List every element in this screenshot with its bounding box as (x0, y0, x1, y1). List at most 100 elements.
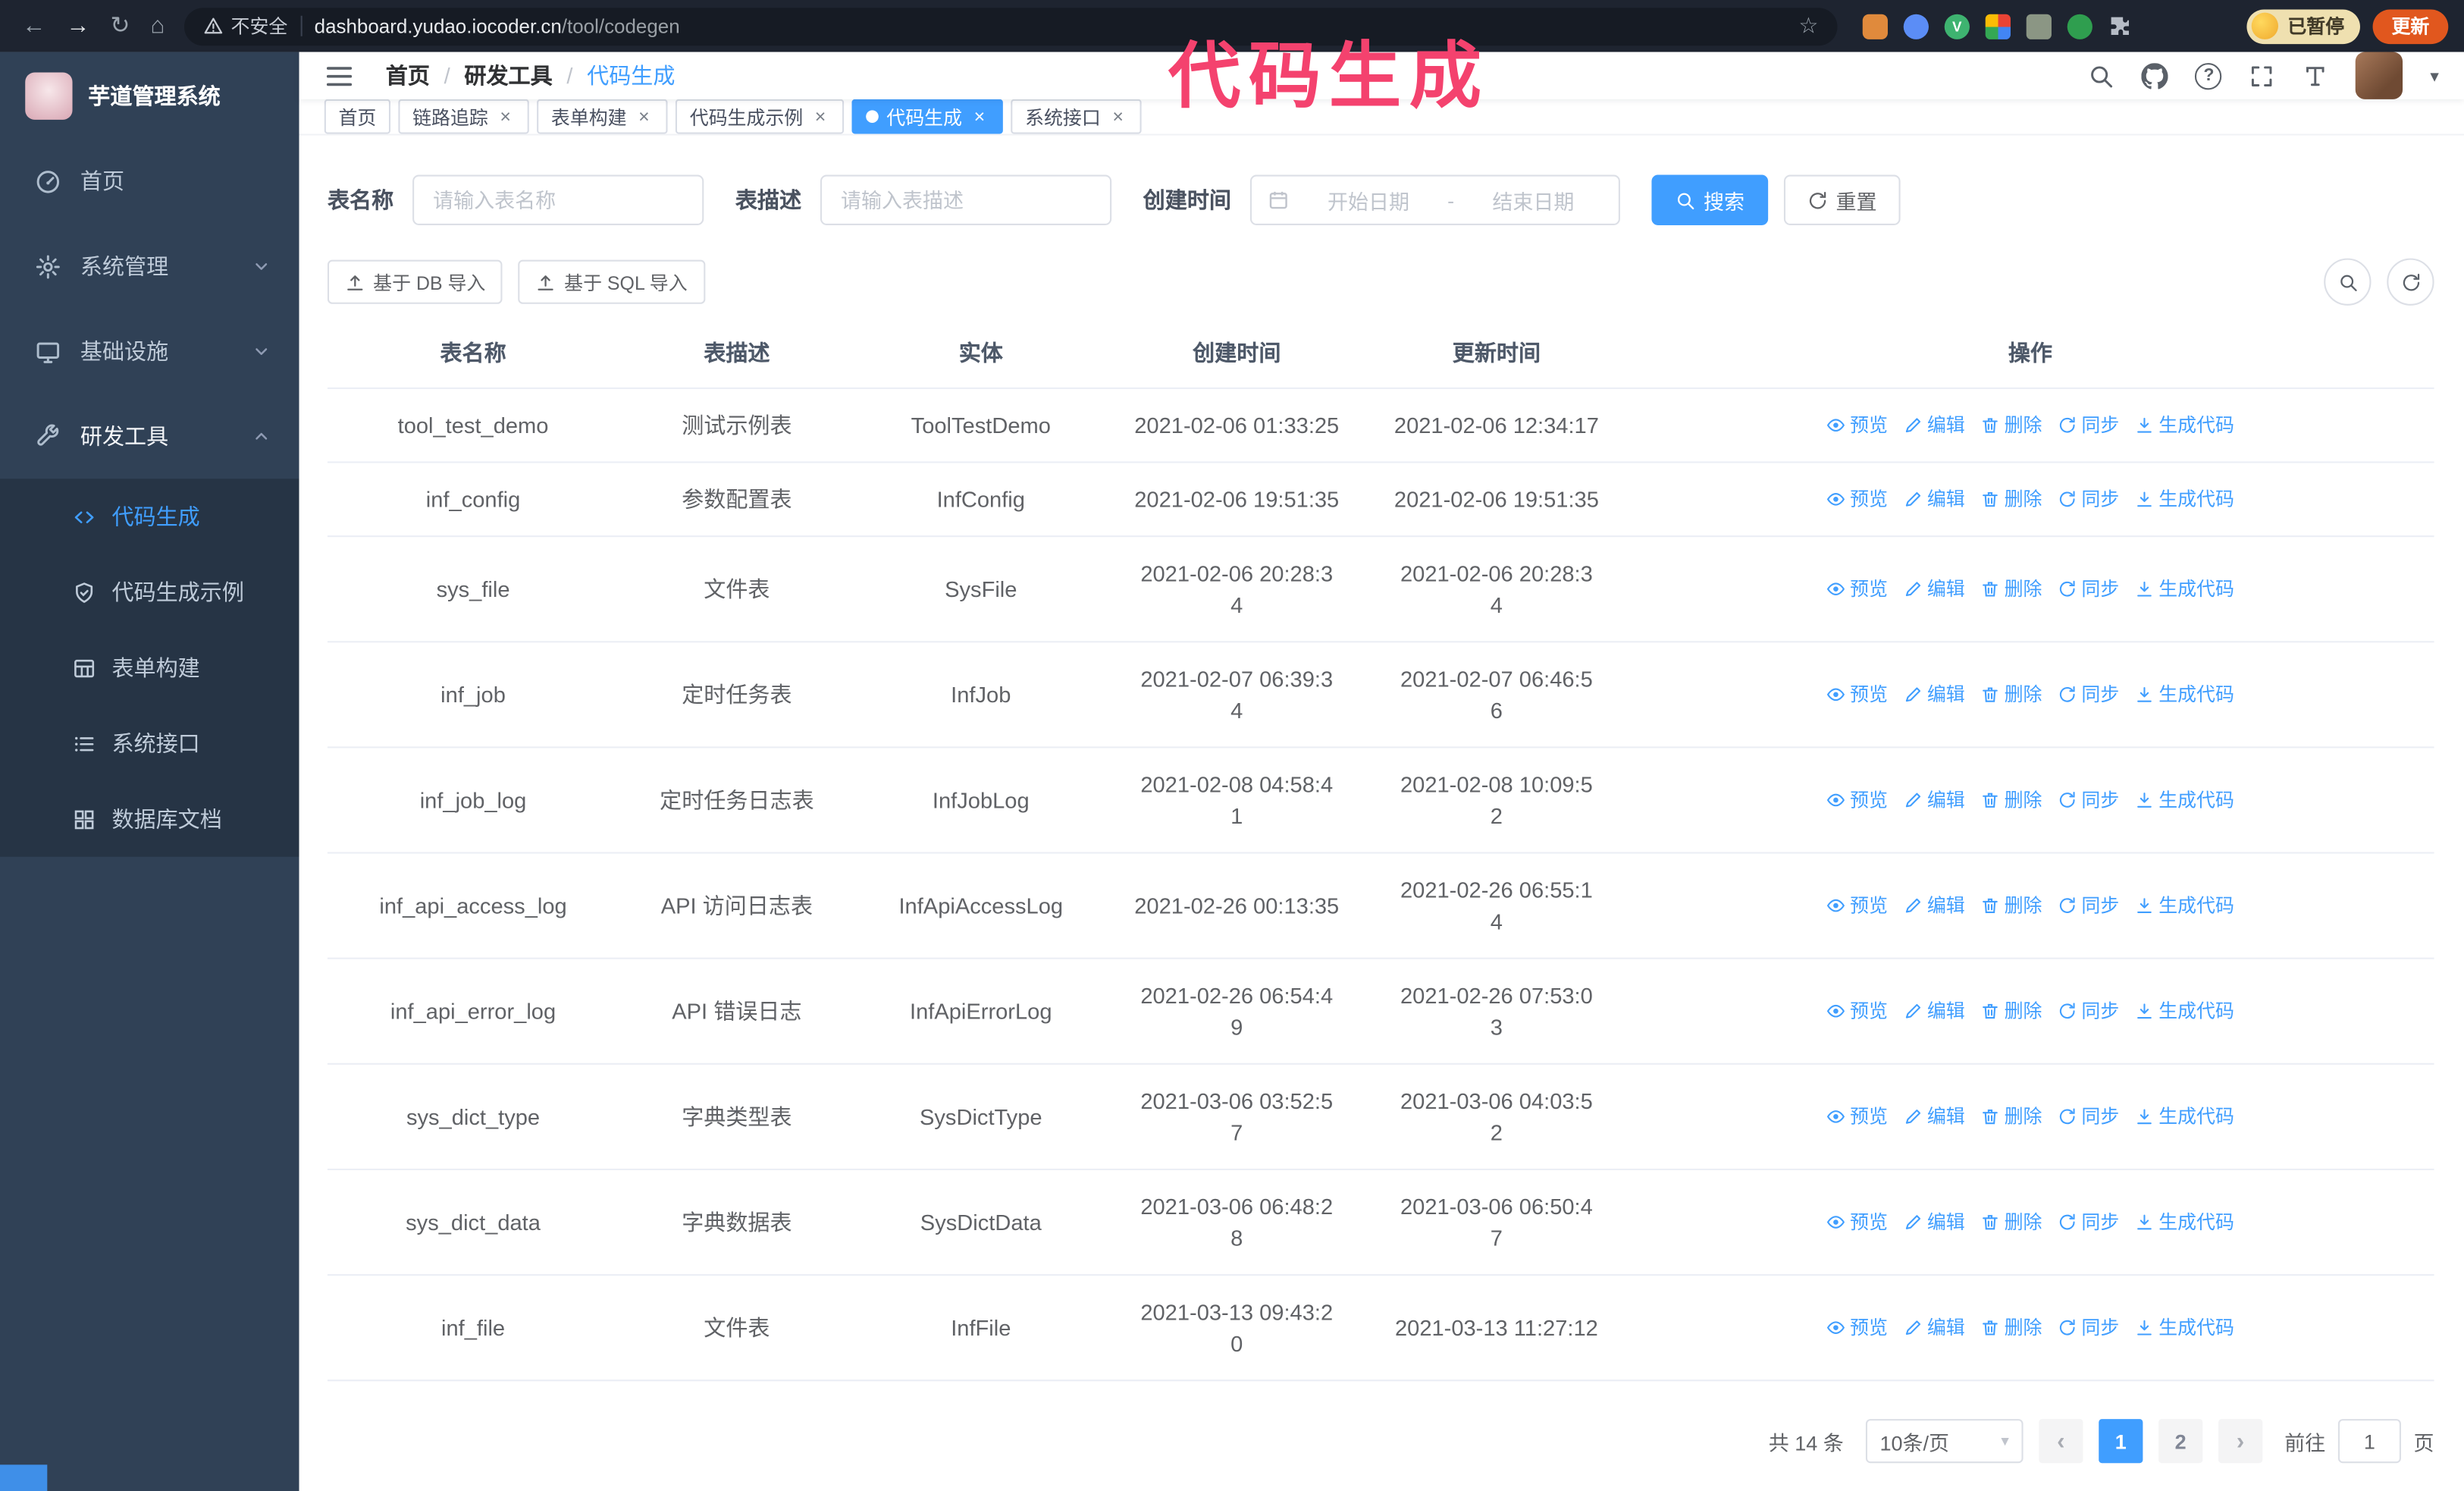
delete-link[interactable]: 删除 (1980, 1207, 2042, 1238)
extension-icon[interactable] (1862, 13, 1888, 39)
tab-codegen[interactable]: 代码生成 × (851, 99, 1004, 134)
tab-codegen-example[interactable]: 代码生成示例 × (676, 99, 845, 134)
generate-code-link[interactable]: 生成代码 (2135, 890, 2234, 921)
edit-link[interactable]: 编辑 (1904, 679, 1965, 711)
date-range-picker[interactable]: 开始日期 - 结束日期 (1249, 174, 1620, 225)
browser-update-button[interactable]: 更新 (2372, 8, 2449, 44)
delete-link[interactable]: 删除 (1980, 484, 2042, 516)
table-desc-input[interactable] (820, 174, 1112, 225)
tab-home[interactable]: 首页 (324, 99, 391, 134)
preview-link[interactable]: 预览 (1826, 1207, 1888, 1238)
generate-code-link[interactable]: 生成代码 (2135, 484, 2234, 516)
sidebar-item-system-manage[interactable]: 系统管理 (0, 224, 299, 309)
delete-link[interactable]: 删除 (1980, 890, 2042, 921)
sync-link[interactable]: 同步 (2058, 1312, 2119, 1344)
extensions-puzzle-icon[interactable] (2108, 14, 2133, 39)
goto-page-input[interactable] (2337, 1419, 2401, 1464)
generate-code-link[interactable]: 生成代码 (2135, 995, 2234, 1027)
delete-link[interactable]: 删除 (1980, 1312, 2042, 1344)
sync-link[interactable]: 同步 (2058, 484, 2119, 516)
edit-link[interactable]: 编辑 (1904, 1207, 1965, 1238)
sidebar-item-codegen-example[interactable]: 代码生成示例 (0, 554, 299, 630)
toggle-search-button[interactable] (2324, 258, 2372, 306)
sidebar-item-db-doc[interactable]: 数据库文档 (0, 781, 299, 857)
import-sql-button[interactable]: 基于 SQL 导入 (518, 259, 705, 304)
breadcrumb-home[interactable]: 首页 (386, 60, 430, 92)
delete-link[interactable]: 删除 (1980, 784, 2042, 816)
preview-link[interactable]: 预览 (1826, 1312, 1888, 1344)
preview-link[interactable]: 预览 (1826, 410, 1888, 441)
delete-link[interactable]: 删除 (1980, 995, 2042, 1027)
address-bar[interactable]: 不安全 dashboard.yudao.iocoder.cn /tool/cod… (183, 7, 1838, 46)
sync-link[interactable]: 同步 (2058, 573, 2119, 605)
preview-link[interactable]: 预览 (1826, 995, 1888, 1027)
sync-link[interactable]: 同步 (2058, 784, 2119, 816)
tab-system-api[interactable]: 系统接口 × (1011, 99, 1142, 134)
font-size-icon[interactable] (2303, 62, 2329, 89)
sync-link[interactable]: 同步 (2058, 890, 2119, 921)
generate-code-link[interactable]: 生成代码 (2135, 1101, 2234, 1133)
sidebar-item-system-api[interactable]: 系统接口 (0, 705, 299, 781)
generate-code-link[interactable]: 生成代码 (2135, 679, 2234, 711)
edit-link[interactable]: 编辑 (1904, 484, 1965, 516)
sidebar-item-infrastructure[interactable]: 基础设施 (0, 309, 299, 394)
reload-icon[interactable]: ↻ (110, 14, 130, 38)
generate-code-link[interactable]: 生成代码 (2135, 573, 2234, 605)
tab-form-builder[interactable]: 表单构建 × (537, 99, 668, 134)
preview-link[interactable]: 预览 (1826, 679, 1888, 711)
page-button-1[interactable]: 1 (2099, 1419, 2143, 1464)
search-icon[interactable] (2089, 62, 2115, 89)
sidebar-item-codegen[interactable]: 代码生成 (0, 479, 299, 554)
generate-code-link[interactable]: 生成代码 (2135, 784, 2234, 816)
edit-link[interactable]: 编辑 (1904, 1101, 1965, 1133)
sidebar-item-home[interactable]: 首页 (0, 139, 299, 224)
sync-link[interactable]: 同步 (2058, 410, 2119, 441)
generate-code-link[interactable]: 生成代码 (2135, 1312, 2234, 1344)
breadcrumb-dev-tools[interactable]: 研发工具 (464, 60, 552, 92)
extension-icon[interactable] (1903, 13, 1929, 39)
preview-link[interactable]: 预览 (1826, 484, 1888, 516)
table-name-input[interactable] (412, 174, 704, 225)
extension-icon[interactable] (2067, 13, 2093, 39)
extension-icon[interactable] (1985, 13, 2011, 39)
edit-link[interactable]: 编辑 (1904, 573, 1965, 605)
delete-link[interactable]: 删除 (1980, 573, 2042, 605)
sync-link[interactable]: 同步 (2058, 1101, 2119, 1133)
bookmark-star-icon[interactable]: ☆ (1798, 13, 1818, 39)
delete-link[interactable]: 删除 (1980, 1101, 2042, 1133)
back-icon[interactable]: ← (22, 14, 45, 38)
preview-link[interactable]: 预览 (1826, 890, 1888, 921)
sidebar-item-form-builder[interactable]: 表单构建 (0, 630, 299, 706)
close-icon[interactable]: × (496, 107, 515, 126)
sync-link[interactable]: 同步 (2058, 995, 2119, 1027)
close-icon[interactable]: × (811, 107, 830, 126)
edit-link[interactable]: 编辑 (1904, 410, 1965, 441)
home-icon[interactable]: ⌂ (150, 14, 165, 38)
delete-link[interactable]: 删除 (1980, 679, 2042, 711)
app-logo[interactable]: 芋道管理系统 (0, 52, 299, 139)
close-icon[interactable]: × (1108, 107, 1127, 126)
fullscreen-icon[interactable] (2249, 62, 2276, 89)
preview-link[interactable]: 预览 (1826, 573, 1888, 605)
page-size-select[interactable]: 10条/页 ▾ (1865, 1419, 2024, 1464)
page-button-2[interactable]: 2 (2158, 1419, 2203, 1464)
preview-link[interactable]: 预览 (1826, 784, 1888, 816)
github-icon[interactable] (2142, 62, 2168, 89)
prev-page-button[interactable]: ‹ (2039, 1419, 2083, 1464)
sidebar-item-dev-tools[interactable]: 研发工具 (0, 394, 299, 479)
vue-devtools-icon[interactable]: V (1944, 13, 1970, 39)
edit-link[interactable]: 编辑 (1904, 1312, 1965, 1344)
refresh-button[interactable] (2387, 258, 2434, 306)
generate-code-link[interactable]: 生成代码 (2135, 1207, 2234, 1238)
menu-fold-icon[interactable] (324, 61, 354, 90)
edit-link[interactable]: 编辑 (1904, 784, 1965, 816)
edit-link[interactable]: 编辑 (1904, 890, 1965, 921)
profile-paused-badge[interactable]: 已暂停 (2246, 8, 2360, 44)
sync-link[interactable]: 同步 (2058, 1207, 2119, 1238)
tab-trace[interactable]: 链路追踪 × (398, 99, 529, 134)
preview-link[interactable]: 预览 (1826, 1101, 1888, 1133)
extension-icon[interactable] (2026, 13, 2052, 39)
search-button[interactable]: 搜索 (1651, 174, 1769, 225)
caret-down-icon[interactable]: ▾ (2430, 65, 2438, 86)
forward-icon[interactable]: → (66, 14, 89, 38)
